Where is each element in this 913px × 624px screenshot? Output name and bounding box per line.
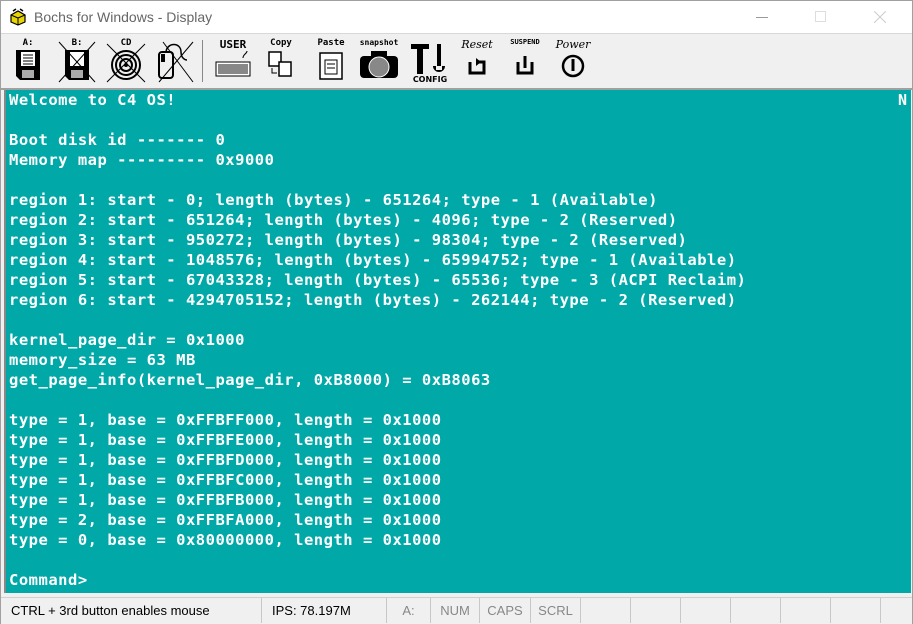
console-line: memory_size = 63 MB bbox=[9, 351, 196, 369]
console-line: kernel_page_dir = 0x1000 bbox=[9, 331, 245, 349]
copy-button[interactable]: Copy bbox=[263, 38, 299, 84]
status-ips: IPS: 78.197M bbox=[262, 598, 387, 623]
mouse-disabled-icon bbox=[158, 41, 194, 83]
console-line: region 2: start - 651264; length (bytes)… bbox=[9, 211, 678, 229]
bochs-window: Bochs for Windows - Display A: B: CD USE… bbox=[0, 0, 913, 624]
console-line: get_page_info(kernel_page_dir, 0xB8000) … bbox=[9, 371, 491, 389]
reset-button[interactable]: Reset bbox=[457, 38, 497, 84]
status-num: NUM bbox=[431, 598, 480, 623]
status-bar: CTRL + 3rd button enables mouse IPS: 78.… bbox=[1, 597, 912, 624]
config-tools-icon: CONFIG bbox=[411, 44, 447, 84]
minimize-button[interactable] bbox=[738, 1, 784, 33]
status-cell bbox=[731, 598, 781, 623]
console-line: Command> bbox=[9, 571, 88, 589]
console-line: type = 1, base = 0xFFBFF000, length = 0x… bbox=[9, 411, 442, 429]
console-line: type = 1, base = 0xFFBFE000, length = 0x… bbox=[9, 431, 442, 449]
console-line: type = 2, base = 0xFFBFA000, length = 0x… bbox=[9, 511, 442, 529]
status-message: CTRL + 3rd button enables mouse bbox=[1, 598, 262, 623]
status-cell bbox=[881, 598, 912, 623]
console-line: region 6: start - 4294705152; length (by… bbox=[9, 291, 737, 309]
snapshot-button[interactable]: snapshot bbox=[357, 38, 401, 84]
mouse-button[interactable] bbox=[153, 38, 195, 84]
status-caps: CAPS bbox=[480, 598, 531, 623]
console-line: Welcome to C4 OS! bbox=[9, 91, 177, 109]
emulator-display[interactable]: Welcome to C4 OS! Boot disk id ------- 0 M… bbox=[4, 90, 911, 593]
status-cell bbox=[581, 598, 631, 623]
floppy-b-button[interactable]: B: bbox=[57, 38, 97, 84]
console-line: type = 1, base = 0xFFBFD000, length = 0x… bbox=[9, 451, 442, 469]
status-drive-a: A: bbox=[387, 598, 431, 623]
bochs-app-icon bbox=[9, 8, 27, 26]
status-scrl: SCRL bbox=[531, 598, 581, 623]
console-line: Memory map --------- 0x9000 bbox=[9, 151, 275, 169]
toolbar: A: B: CD USER Copy Paste snapshot CONFIG… bbox=[1, 34, 912, 90]
config-label: CONFIG bbox=[413, 75, 447, 84]
console-line: region 3: start - 950272; length (bytes)… bbox=[9, 231, 688, 249]
close-icon bbox=[873, 10, 887, 24]
config-button[interactable]: CONFIG bbox=[409, 38, 451, 84]
cdrom-button[interactable]: CD bbox=[105, 38, 147, 84]
console-line: region 1: start - 0; length (bytes) - 65… bbox=[9, 191, 658, 209]
status-cell bbox=[631, 598, 681, 623]
suspend-button[interactable]: SUSPEND bbox=[505, 38, 545, 84]
status-cell bbox=[831, 598, 881, 623]
power-button[interactable]: Power bbox=[553, 38, 593, 84]
console-line: type = 1, base = 0xFFBFB000, length = 0x… bbox=[9, 491, 442, 509]
title-bar[interactable]: Bochs for Windows - Display bbox=[1, 1, 912, 34]
console-line: region 5: start - 67043328; length (byte… bbox=[9, 271, 747, 289]
console-output: Welcome to C4 OS! Boot disk id ------- 0 M… bbox=[9, 90, 746, 590]
toolbar-separator bbox=[202, 40, 203, 82]
corner-indicator: N bbox=[897, 91, 907, 109]
status-cell bbox=[781, 598, 831, 623]
maximize-button[interactable] bbox=[797, 1, 843, 33]
status-cell bbox=[681, 598, 731, 623]
console-line: type = 0, base = 0x80000000, length = 0x… bbox=[9, 531, 442, 549]
user-button[interactable]: USER bbox=[213, 38, 253, 84]
floppy-a-button[interactable]: A: bbox=[13, 38, 43, 84]
paste-button[interactable]: Paste bbox=[313, 38, 349, 84]
close-button[interactable] bbox=[857, 1, 903, 33]
console-line: type = 1, base = 0xFFBFC000, length = 0x… bbox=[9, 471, 442, 489]
window-title: Bochs for Windows - Display bbox=[34, 9, 213, 25]
console-line: Boot disk id ------- 0 bbox=[9, 131, 226, 149]
console-line: region 4: start - 1048576; length (bytes… bbox=[9, 251, 737, 269]
